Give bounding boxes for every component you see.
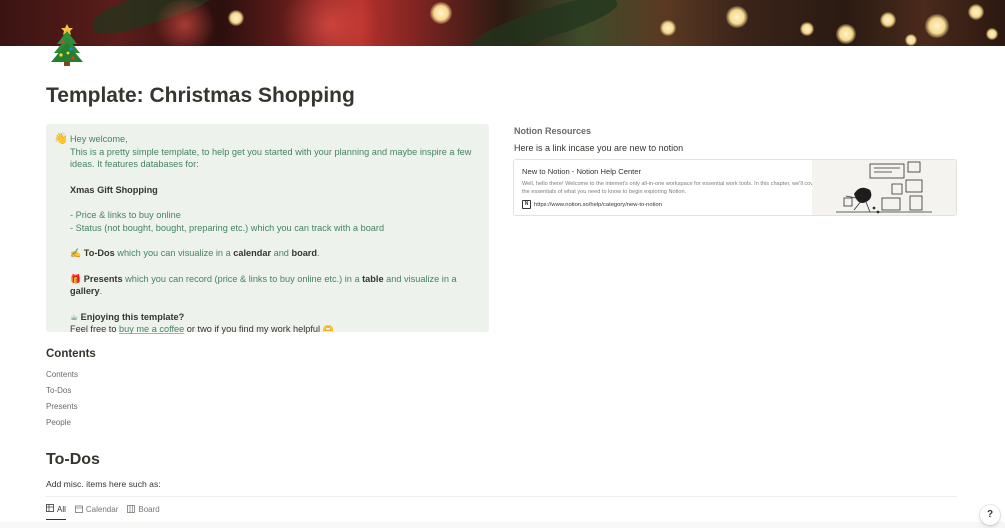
notion-help-bookmark[interactable]: New to Notion - Notion Help Center Well,… <box>513 159 957 216</box>
database-edge <box>0 522 1005 528</box>
coffee-icon: ☕ <box>70 311 79 322</box>
feel-free-text: Feel free to <box>70 324 120 335</box>
table-bold: table <box>362 273 384 284</box>
bookmark-thumbnail <box>812 160 956 215</box>
gallery-bold: gallery <box>70 286 100 297</box>
todos-text: which you can visualize in a <box>114 248 234 259</box>
todos-and: and <box>271 248 292 259</box>
writing-hand-icon: ✍️ <box>70 248 82 259</box>
board-bold: board <box>291 248 317 259</box>
help-button[interactable]: ? <box>980 505 1000 525</box>
bookmark-url-row: N https://www.notion.so/help/category/ne… <box>522 200 662 209</box>
notion-icon: N <box>522 200 531 209</box>
callout-presents-line: 🎁 Presents which you can record (price &… <box>70 273 482 298</box>
resources-subtitle: Here is a link incase you are new to not… <box>514 143 684 153</box>
view-tab-calendar[interactable]: Calendar <box>74 504 119 520</box>
heart-hands-icon: 🫶 <box>322 324 334 335</box>
view-tab-label: All <box>57 504 66 514</box>
toc-item-presents[interactable]: Presents <box>46 402 78 411</box>
christmas-tree-icon[interactable] <box>48 22 86 66</box>
presents-end: . <box>99 286 103 297</box>
gift-icon: 🎁 <box>70 273 82 284</box>
database-view-tabs: All Calendar Board <box>46 504 160 520</box>
contents-heading: Contents <box>46 348 96 360</box>
calendar-icon <box>74 505 83 515</box>
view-tab-label: Calendar <box>85 505 119 514</box>
callout-intro: This is a pretty simple template, to hel… <box>70 146 472 170</box>
todos-description: Add misc. items here such as: <box>46 479 161 489</box>
page-title[interactable]: Template: Christmas Shopping <box>46 84 355 108</box>
callout-body: Hey welcome, This is a pretty simple tem… <box>70 133 482 336</box>
todos-heading: To-Dos <box>46 451 100 468</box>
welcome-callout[interactable]: 👋 Hey welcome, This is a pretty simple t… <box>46 124 489 334</box>
callout-db-title: Xmas Gift Shopping <box>70 184 158 195</box>
bookmark-url: https://www.notion.so/help/category/new-… <box>534 201 662 208</box>
callout-greeting: Hey welcome, <box>70 134 128 144</box>
todos-end: . <box>317 248 320 259</box>
callout-coffee-line: Feel free to buy me a coffee or two if y… <box>70 323 482 336</box>
todos-bold: To-Dos <box>83 248 115 259</box>
view-tab-board[interactable]: Board <box>127 504 160 520</box>
callout-todos-line: ✍️ To-Dos which you can visualize in a c… <box>70 247 482 260</box>
feel-end-text: or two if you find my work helpful <box>184 324 323 335</box>
callout-bullet: - Price & links to buy online <box>70 210 181 221</box>
toc-item-contents[interactable]: Contents <box>46 370 78 379</box>
toc-item-people[interactable]: People <box>46 418 71 427</box>
divider <box>46 496 957 497</box>
page-cover <box>0 0 1005 46</box>
toc-item-todos[interactable]: To-Dos <box>46 386 71 395</box>
callout-bullet: - Status (not bought, bought, preparing … <box>70 222 385 233</box>
board-icon <box>127 504 136 515</box>
waving-hand-icon: 👋 <box>54 133 68 145</box>
calendar-bold: calendar <box>233 248 272 259</box>
table-icon <box>46 504 54 514</box>
presents-text-2: and visualize in a <box>383 273 457 284</box>
presents-text: which you can record (price & links to b… <box>122 273 363 284</box>
presents-bold: Presents <box>83 273 123 284</box>
view-tab-label: Board <box>138 505 160 514</box>
view-tab-all[interactable]: All <box>46 504 66 520</box>
bookmark-description: Well, hello there! Welcome to the intern… <box>522 181 819 195</box>
callout-enjoy-line: ☕ Enjoying this template? <box>70 311 482 324</box>
buy-me-coffee-link[interactable]: buy me a coffee <box>119 324 184 334</box>
enjoy-bold: Enjoying this template? <box>80 311 185 322</box>
bookmark-title: New to Notion - Notion Help Center <box>522 167 642 176</box>
resources-heading: Notion Resources <box>514 126 592 136</box>
